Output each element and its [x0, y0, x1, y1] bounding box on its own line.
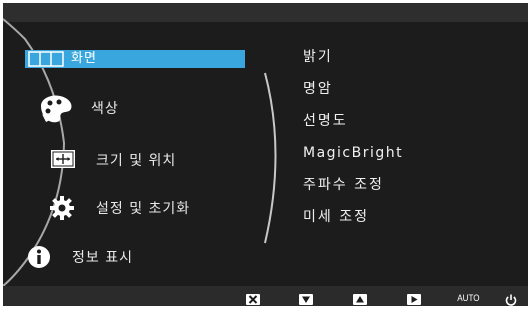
menu-item-label: 크기 및 위치	[96, 153, 177, 169]
down-button[interactable]	[299, 294, 313, 305]
power-icon	[505, 294, 517, 306]
palette-icon	[38, 94, 74, 124]
submenu-item-sharpness[interactable]: 선명도	[303, 112, 348, 130]
menu-item-label: 색상	[91, 101, 119, 117]
move-icon	[50, 149, 76, 169]
arrow-up-icon	[356, 296, 364, 303]
menu-item-label: 화면	[71, 51, 97, 66]
submenu-item-contrast[interactable]: 명암	[303, 80, 333, 98]
submenu-item-coarse[interactable]: 주파수 조정	[303, 176, 384, 194]
gear-icon	[49, 195, 75, 221]
power-button[interactable]	[504, 292, 518, 306]
menu-item-label: 정보 표시	[72, 250, 133, 266]
submenu-item-fine[interactable]: 미세 조정	[303, 208, 369, 226]
menu-item-label: 설정 및 초기화	[96, 201, 191, 217]
up-button[interactable]	[353, 294, 367, 305]
osd-menu: 화면 색상 크기 및 위치 설정 및 초기화 정보 표시 밝기 명암 선명도 M…	[3, 3, 528, 306]
auto-button[interactable]: AUTO	[457, 293, 479, 303]
submenu-arc	[264, 72, 277, 244]
enter-button[interactable]	[407, 294, 421, 305]
control-bar	[3, 286, 528, 306]
arrow-right-icon	[411, 296, 418, 303]
close-button[interactable]	[246, 294, 260, 305]
close-icon	[248, 295, 258, 304]
submenu-item-brightness[interactable]: 밝기	[303, 48, 333, 66]
info-icon	[27, 245, 51, 269]
arrow-down-icon	[302, 296, 310, 303]
submenu-item-magicbright[interactable]: MagicBright	[303, 144, 403, 162]
picture-icon	[25, 50, 67, 68]
